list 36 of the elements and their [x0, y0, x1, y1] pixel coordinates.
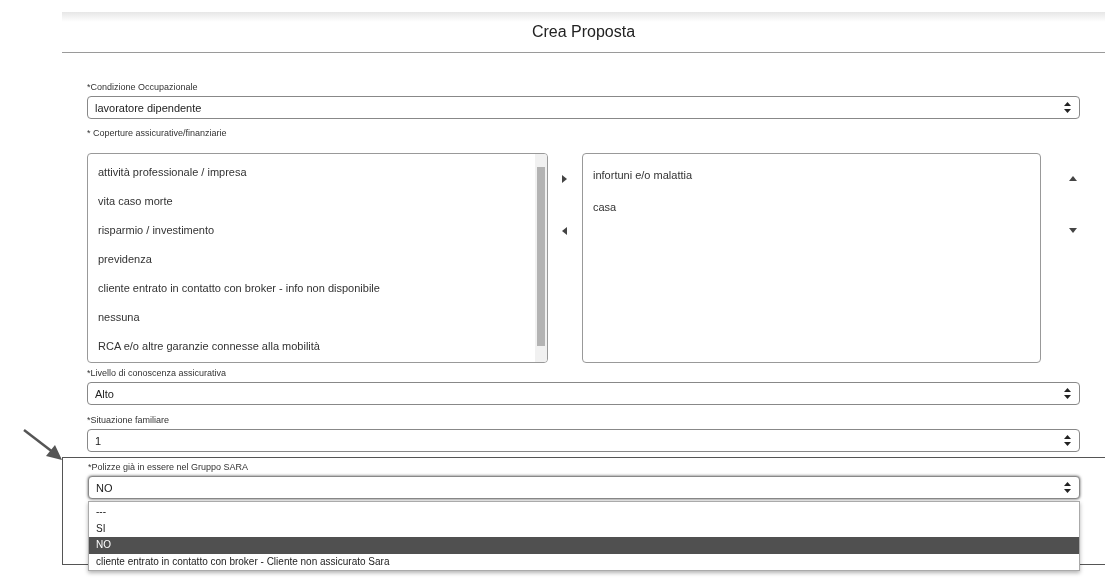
right-triangle-icon — [561, 175, 569, 183]
dropdown-option[interactable]: NO — [89, 537, 1079, 554]
select-value: lavoratore dipendente — [95, 101, 202, 114]
list-option[interactable]: cliente entrato in contatto con broker - info non disponibile — [88, 274, 380, 303]
select-value: Alto — [95, 387, 114, 400]
up-down-chevron-icon — [1064, 388, 1071, 399]
list-option[interactable]: RCA e/o altre garanzie connesse alla mobilità — [88, 332, 320, 361]
select-value: NO — [96, 481, 113, 494]
up-triangle-icon — [1069, 175, 1077, 183]
down-triangle-icon — [1069, 227, 1077, 235]
dropdown-option[interactable]: cliente entrato in contatto con broker - Cliente non assicurato Sara — [89, 553, 1079, 570]
modal-title: Crea Proposta — [531, 23, 636, 41]
field-label: *Polizze già in essere nel Gruppo SARA — [88, 461, 250, 474]
list-option[interactable]: nessuna — [88, 303, 140, 332]
dropdown-option[interactable]: --- — [89, 504, 1079, 521]
field-label: * Coperture assicurative/finanziarie — [87, 127, 228, 140]
scrollbar[interactable] — [535, 154, 547, 362]
select-field[interactable]: Alto — [87, 382, 1080, 405]
list-option[interactable]: risparmio / investimento — [88, 216, 215, 245]
list-option[interactable]: casa — [583, 191, 617, 223]
select-value: 1 — [95, 434, 102, 447]
field-label: *Livello di conoscenza assicurativa — [87, 367, 228, 380]
up-down-chevron-icon — [1064, 102, 1071, 113]
select-field[interactable]: 1 — [87, 429, 1080, 452]
left-triangle-icon — [561, 227, 569, 235]
dropdown-option[interactable]: SI — [89, 520, 1079, 537]
up-down-chevron-icon — [1064, 435, 1071, 446]
list-option[interactable]: attività professionale / impresa — [88, 158, 247, 187]
select-field[interactable]: lavoratore dipendente — [87, 96, 1080, 119]
field-label: *Condizione Occupazionale — [87, 81, 199, 94]
list-option[interactable]: infortuni e/o malattia — [583, 159, 693, 191]
up-down-chevron-icon — [1064, 482, 1071, 493]
list-option[interactable]: previdenza — [88, 245, 152, 274]
select-field[interactable]: NO — [88, 476, 1080, 499]
list-option[interactable]: vita caso morte — [88, 187, 173, 216]
field-label: *Situazione familiare — [87, 414, 171, 427]
